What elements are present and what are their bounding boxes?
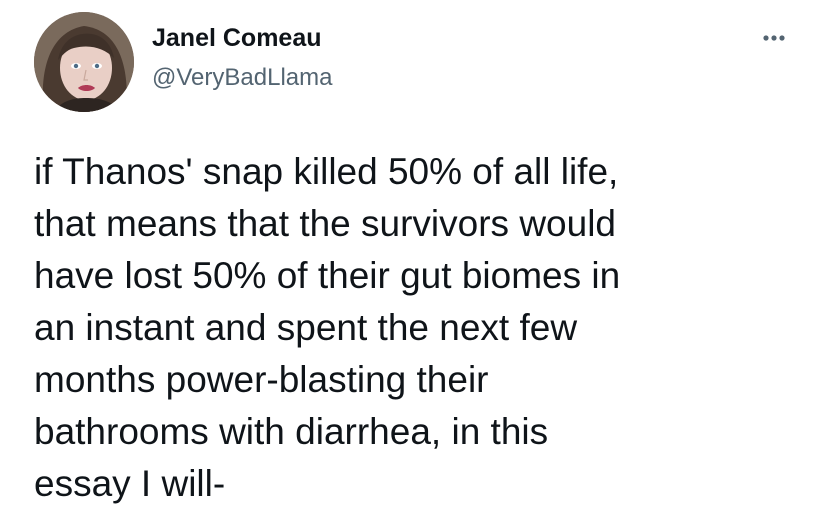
avatar[interactable] xyxy=(34,12,134,112)
tweet-text-line: months power-blasting their xyxy=(34,359,489,400)
more-options-button[interactable] xyxy=(754,26,794,50)
tweet-text-line: essay I will- xyxy=(34,463,226,504)
author-handle[interactable]: @VeryBadLlama xyxy=(152,64,332,92)
avatar-portrait-icon xyxy=(34,12,134,112)
tweet-text-line: bathrooms with diarrhea, in this xyxy=(34,411,549,452)
ellipsis-horizontal-icon xyxy=(763,35,785,41)
tweet-text-line: if Thanos' snap killed 50% of all life, xyxy=(34,151,619,192)
tweet-text-line: have lost 50% of their gut biomes in xyxy=(34,255,621,296)
tweet-text-line: that means that the survivors would xyxy=(34,203,617,244)
author-display-name[interactable]: Janel Comeau xyxy=(152,24,322,53)
tweet-text-line: an instant and spent the next few xyxy=(34,307,578,348)
tweet-card: Janel Comeau @VeryBadLlama if Thanos' sn… xyxy=(0,0,828,526)
tweet-text: if Thanos' snap killed 50% of all life, … xyxy=(34,146,814,510)
